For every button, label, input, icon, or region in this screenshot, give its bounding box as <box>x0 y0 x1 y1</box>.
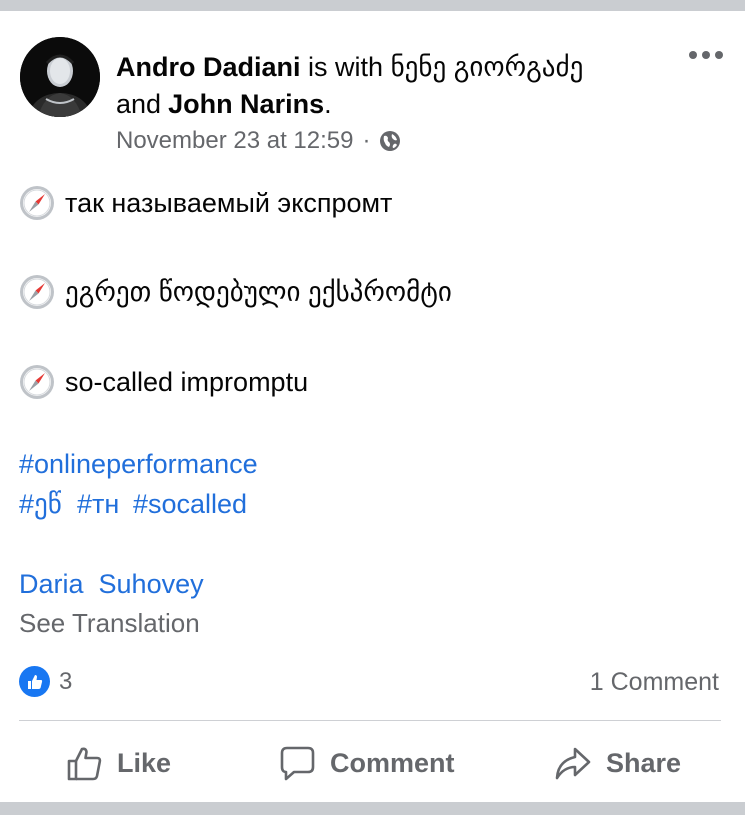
reactions-summary[interactable]: 3 <box>19 666 72 697</box>
bottom-separator-band <box>0 802 745 815</box>
compass-emoji-icon <box>19 185 55 221</box>
tagged-person-1[interactable]: ნენე გიორგაძე <box>391 52 584 82</box>
comments-count[interactable]: 1 Comment <box>590 668 719 697</box>
top-separator-band <box>0 0 745 11</box>
tagged-person-2[interactable]: John Narins <box>168 89 324 119</box>
hashtag-link[interactable]: #onlineperformance <box>19 449 258 480</box>
post-body-line: ეგრეთ წოდებული ექსპრომტი <box>19 274 452 310</box>
see-translation-link[interactable]: See Translation <box>19 608 200 639</box>
more-dot <box>702 51 710 59</box>
comment-button[interactable]: Comment <box>279 740 455 786</box>
reaction-count: 3 <box>59 667 73 695</box>
compass-emoji-icon <box>19 364 55 400</box>
share-button[interactable]: Share <box>554 740 681 786</box>
globe-icon[interactable] <box>379 130 401 152</box>
action-divider <box>19 720 721 721</box>
post-body-text: так называемый экспромт <box>65 187 393 218</box>
post-body-line: так называемый экспромт <box>19 185 392 221</box>
more-dot <box>689 51 697 59</box>
post-meta: November 23 at 12:59 · <box>116 127 401 155</box>
more-options-icon[interactable] <box>689 48 723 62</box>
like-label: Like <box>117 747 172 778</box>
and-text: and <box>116 89 162 119</box>
author-name[interactable]: Andro Dadiani <box>116 52 301 82</box>
post-header: Andro Dadiani is with ნენე გიორგაძე and J… <box>116 49 656 123</box>
like-button[interactable]: Like <box>66 740 171 786</box>
hashtag-link[interactable]: #ეწ <box>19 489 62 520</box>
hashtag-link[interactable]: #тн <box>77 489 119 520</box>
share-label: Share <box>606 747 682 778</box>
with-text: is with <box>308 52 384 82</box>
avatar-image <box>20 37 100 117</box>
like-reaction-icon <box>19 666 50 697</box>
compass-emoji-icon <box>19 274 55 310</box>
hashtag-link[interactable]: #socalled <box>133 489 247 520</box>
thumbs-up-icon <box>67 747 102 780</box>
author-avatar[interactable] <box>20 37 100 117</box>
meta-separator: · <box>362 127 371 154</box>
comment-label: Comment <box>330 747 455 778</box>
more-dot <box>715 51 723 59</box>
share-arrow-icon <box>555 747 591 779</box>
post-body-text: so-called impromptu <box>65 366 309 397</box>
post-body-line: so-called impromptu <box>19 364 308 400</box>
header-period: . <box>324 89 332 119</box>
post-body-text: ეგრეთ წოდებული ექსპრომტი <box>65 276 452 307</box>
comment-bubble-icon <box>280 746 315 780</box>
mention-link[interactable]: Daria Suhovey <box>19 569 204 600</box>
post-timestamp[interactable]: November 23 at 12:59 <box>116 127 353 155</box>
